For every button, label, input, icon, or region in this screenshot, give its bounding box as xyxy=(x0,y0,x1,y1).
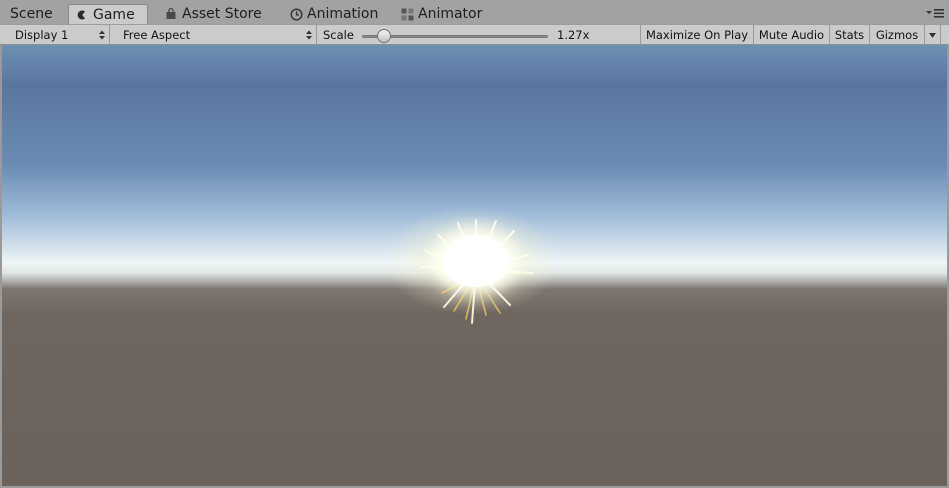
game-controller-icon xyxy=(75,8,89,22)
stats-toggle[interactable]: Stats xyxy=(830,25,870,45)
frame-left-edge xyxy=(0,45,2,488)
mute-audio-label: Mute Audio xyxy=(758,28,825,42)
select-arrows-icon xyxy=(99,30,105,40)
aspect-select[interactable]: Free Aspect xyxy=(117,25,317,45)
scale-value: 1.27x xyxy=(557,28,590,42)
editor-tab-strip: Scene Game Asset Store Animation Animato… xyxy=(0,0,949,24)
maximize-on-play-toggle[interactable]: Maximize On Play xyxy=(640,25,754,45)
scale-label: Scale xyxy=(323,28,354,42)
stats-label: Stats xyxy=(834,28,865,42)
tab-scene[interactable]: Scene xyxy=(4,4,59,24)
tab-asset-store-label: Asset Store xyxy=(182,6,262,22)
tab-game-label: Game xyxy=(93,6,135,23)
tab-animator[interactable]: Animator xyxy=(394,4,488,24)
tab-animator-label: Animator xyxy=(418,6,483,22)
display-select[interactable]: Display 1 xyxy=(9,25,110,45)
game-viewport[interactable] xyxy=(2,45,947,486)
mute-audio-toggle[interactable]: Mute Audio xyxy=(754,25,830,45)
maximize-on-play-label: Maximize On Play xyxy=(645,28,749,42)
gizmos-label: Gizmos xyxy=(875,28,919,42)
panel-menu-button[interactable] xyxy=(926,7,944,19)
tab-animation[interactable]: Animation xyxy=(283,4,384,24)
tab-game[interactable]: Game xyxy=(68,4,148,24)
tab-animation-label: Animation xyxy=(307,6,379,22)
shopping-bag-icon xyxy=(164,7,178,21)
tab-asset-store[interactable]: Asset Store xyxy=(158,4,268,24)
clock-icon xyxy=(289,7,303,21)
game-view-toolbar: Display 1 Free Aspect Scale 1.27x Maximi… xyxy=(0,24,949,45)
gizmos-toggle[interactable]: Gizmos xyxy=(870,25,925,45)
select-arrows-icon xyxy=(306,30,312,40)
aspect-select-value: Free Aspect xyxy=(123,28,191,42)
sun xyxy=(442,235,510,287)
chevron-down-icon xyxy=(929,32,936,38)
display-select-value: Display 1 xyxy=(15,28,69,42)
tab-scene-label: Scene xyxy=(10,6,53,22)
animator-nodes-icon xyxy=(400,7,414,21)
panel-menu-icon xyxy=(926,9,944,18)
scale-slider-thumb[interactable] xyxy=(377,29,392,43)
gizmos-dropdown-button[interactable] xyxy=(925,25,941,45)
